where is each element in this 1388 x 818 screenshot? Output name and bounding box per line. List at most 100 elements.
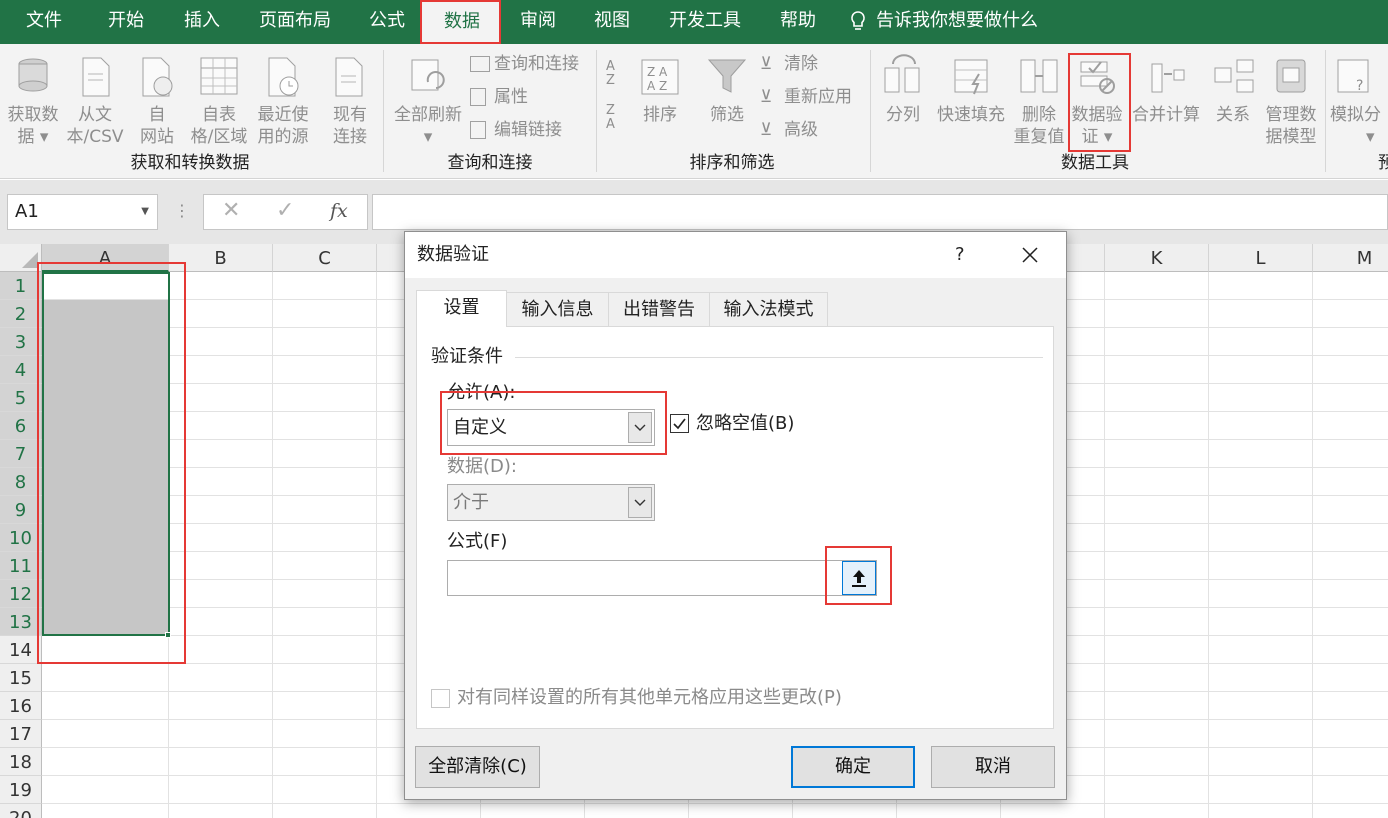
sort-descending-button[interactable]: ZA: [606, 104, 628, 134]
from-table-button[interactable]: 自表 格/区域: [186, 54, 252, 148]
row-header[interactable]: 4: [0, 356, 42, 384]
sort-ascending-button[interactable]: AZ: [606, 60, 628, 90]
sort-button[interactable]: Z AA Z 排序: [636, 54, 684, 126]
group-get-transform-label: 获取和转换数据: [130, 153, 250, 173]
cancel-button[interactable]: 取消: [931, 746, 1055, 788]
row-header[interactable]: 13: [0, 608, 42, 636]
lightbulb-icon: [851, 11, 865, 30]
row-header[interactable]: 7: [0, 440, 42, 468]
help-icon[interactable]: ?: [955, 243, 965, 267]
cancel-icon[interactable]: ✕: [222, 198, 240, 223]
row-header[interactable]: 17: [0, 720, 42, 748]
flash-fill-button[interactable]: 快速填充: [932, 54, 1010, 126]
remove-duplicates-icon: [1020, 59, 1058, 93]
row-header[interactable]: 8: [0, 468, 42, 496]
menu-formulas[interactable]: 公式: [369, 9, 405, 33]
checkmark-icon: [673, 418, 686, 430]
menu-file[interactable]: 文件: [26, 9, 62, 33]
from-csv-button[interactable]: 从文 本/CSV: [64, 54, 126, 148]
row-header[interactable]: 14: [0, 636, 42, 664]
data-select: 介于: [447, 484, 655, 521]
flash-fill-icon: [954, 59, 988, 95]
clear-filter-button[interactable]: ⊻ 清除: [760, 53, 818, 75]
ignore-blank-label[interactable]: 忽略空值(B): [696, 412, 794, 436]
reapply-button[interactable]: ⊻ 重新应用: [760, 86, 852, 108]
chevron-down-icon[interactable]: ▼: [141, 195, 149, 229]
dialog-title-bar: 数据验证 ?: [405, 232, 1066, 278]
menu-developer[interactable]: 开发工具: [669, 9, 741, 33]
row-header[interactable]: 3: [0, 328, 42, 356]
what-if-icon: ?: [1337, 59, 1369, 94]
gridline: [1312, 272, 1313, 818]
tab-ime-mode[interactable]: 输入法模式: [710, 292, 828, 326]
column-header-l[interactable]: L: [1209, 244, 1313, 272]
recent-sources-button[interactable]: 最近使 用的源: [254, 54, 312, 148]
column-header-c[interactable]: C: [273, 244, 377, 272]
queries-connections-button[interactable]: 查询和连接: [470, 53, 579, 75]
close-icon[interactable]: [1021, 246, 1039, 264]
select-all-corner[interactable]: [0, 244, 42, 272]
chevron-down-icon: [628, 487, 652, 518]
manage-data-model-button[interactable]: 管理数 据模型: [1262, 54, 1320, 148]
what-if-analysis-button[interactable]: ? 模拟分 ▾: [1330, 54, 1388, 148]
menu-data-tab[interactable]: 数据: [420, 0, 501, 44]
row-header[interactable]: 20: [0, 804, 42, 818]
menu-view[interactable]: 视图: [594, 9, 630, 33]
insert-function-icon[interactable]: fx: [330, 200, 348, 222]
reapply-icon: ⊻: [760, 87, 773, 107]
gridline: [1104, 272, 1105, 818]
formula-input-field[interactable]: [447, 560, 877, 596]
data-validation-dialog: 数据验证 ? 设置 输入信息 出错警告 输入法模式 验证条件 允许(A): 自定…: [404, 231, 1067, 800]
link-icon: [470, 121, 486, 139]
row-header[interactable]: 6: [0, 412, 42, 440]
row-header[interactable]: 1: [0, 272, 42, 300]
menu-bar: 文件 开始 插入 页面布局 公式 数据 审阅 视图 开发工具 帮助 告诉我你想要…: [0, 0, 1388, 44]
menu-review[interactable]: 审阅: [520, 9, 556, 33]
name-box[interactable]: A1 ▼: [7, 194, 158, 230]
row-header[interactable]: 19: [0, 776, 42, 804]
row-header[interactable]: 2: [0, 300, 42, 328]
tab-error-alert[interactable]: 出错警告: [609, 292, 710, 326]
edit-links-button[interactable]: 编辑链接: [470, 119, 562, 141]
text-to-columns-button[interactable]: 分列: [878, 54, 928, 126]
column-header-k[interactable]: K: [1105, 244, 1209, 272]
text-file-icon: [82, 57, 110, 97]
row-header[interactable]: 11: [0, 552, 42, 580]
row-header[interactable]: 12: [0, 580, 42, 608]
consolidate-button[interactable]: 合并计算: [1130, 54, 1202, 126]
clear-all-button[interactable]: 全部清除(C): [415, 746, 540, 788]
get-data-button[interactable]: 获取数 据 ▾: [4, 54, 62, 148]
existing-connections-button[interactable]: 现有 连接: [326, 54, 374, 148]
menu-home[interactable]: 开始: [108, 9, 144, 33]
ok-button[interactable]: 确定: [791, 746, 915, 788]
row-header[interactable]: 15: [0, 664, 42, 692]
ignore-blank-checkbox[interactable]: [670, 414, 689, 433]
row-header[interactable]: 16: [0, 692, 42, 720]
tab-input-message[interactable]: 输入信息: [507, 292, 609, 326]
column-header-m[interactable]: M: [1313, 244, 1388, 272]
apply-all-checkbox[interactable]: [431, 689, 450, 708]
from-web-button[interactable]: 自 网站: [134, 54, 180, 148]
tell-me-search[interactable]: 告诉我你想要做什么: [876, 9, 1038, 33]
filter-icon: [707, 59, 747, 93]
menu-insert[interactable]: 插入: [184, 9, 220, 33]
filter-button[interactable]: 筛选: [704, 54, 750, 126]
query-icon: [470, 56, 490, 72]
tab-settings[interactable]: 设置: [416, 290, 507, 327]
remove-duplicates-button[interactable]: 删除 重复值: [1010, 54, 1068, 148]
row-header[interactable]: 5: [0, 384, 42, 412]
properties-button[interactable]: 属性: [470, 86, 528, 108]
advanced-filter-button[interactable]: ⊻ 高级: [760, 119, 818, 141]
relationships-button[interactable]: 关系: [1210, 54, 1256, 126]
row-header[interactable]: 9: [0, 496, 42, 524]
resize-handle-icon[interactable]: ⋮: [174, 201, 190, 221]
enter-icon[interactable]: ✓: [276, 198, 294, 223]
menu-help[interactable]: 帮助: [780, 9, 816, 33]
menu-page-layout[interactable]: 页面布局: [259, 9, 331, 33]
row-header[interactable]: 10: [0, 524, 42, 552]
select-all-triangle-icon: [22, 252, 38, 268]
row-header[interactable]: 18: [0, 748, 42, 776]
formula-input[interactable]: [372, 194, 1388, 230]
refresh-all-button[interactable]: 全部刷新 ▾: [388, 54, 468, 148]
group-forecast-label: 预: [1378, 153, 1388, 173]
